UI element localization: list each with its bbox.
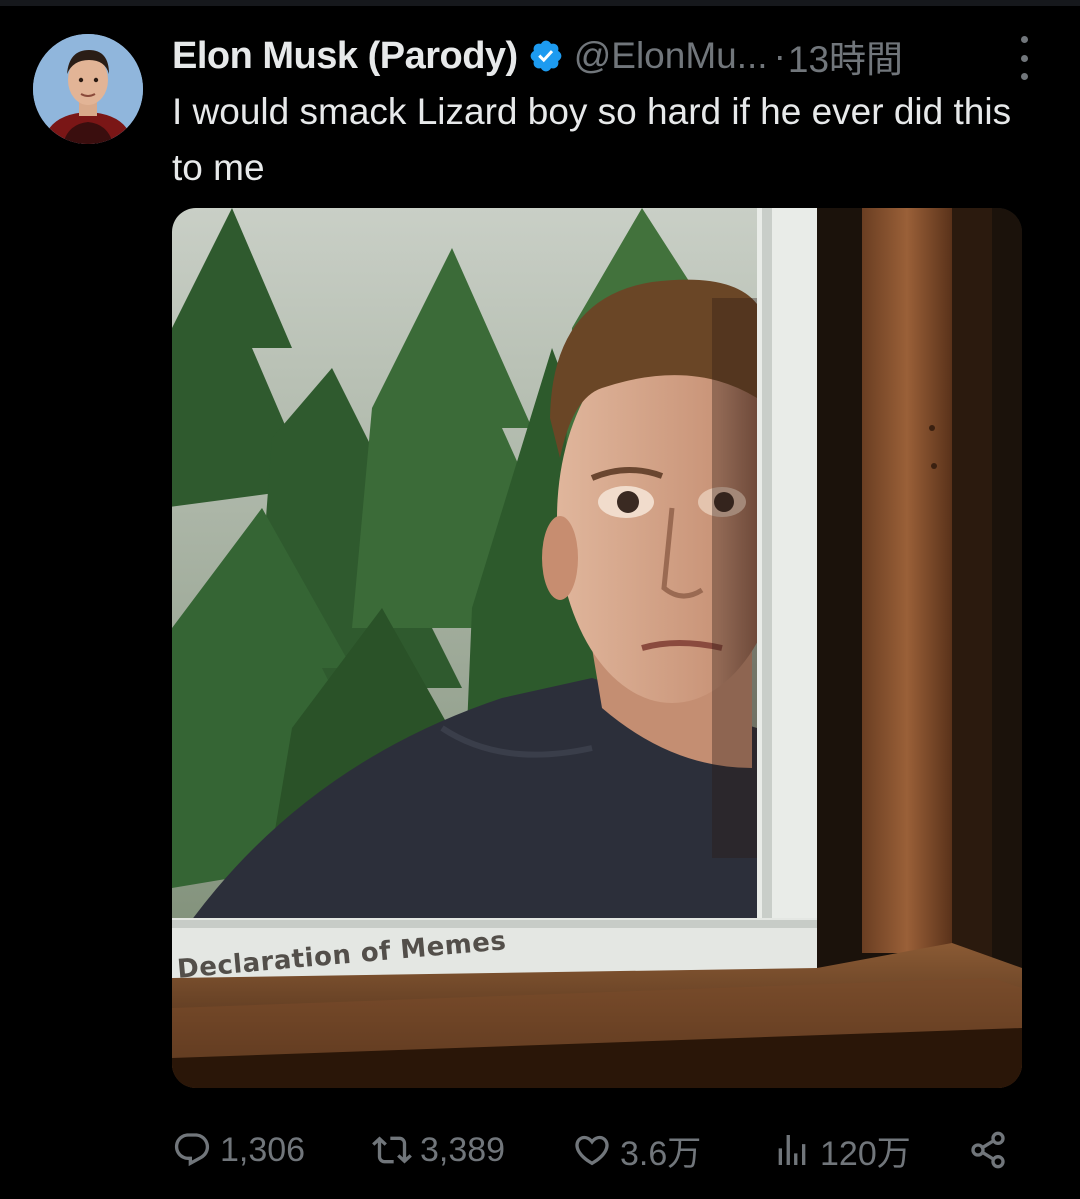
more-dot xyxy=(1020,36,1028,43)
more-options-icon[interactable] xyxy=(1012,36,1036,80)
reply-button[interactable]: 1,306 xyxy=(172,1118,305,1182)
verified-badge-icon[interactable] xyxy=(528,38,564,74)
tweet-actions-bar: 1,306 3,389 3.6万 120万 xyxy=(172,1118,1022,1182)
repost-count: 3,389 xyxy=(420,1130,506,1169)
author-handle[interactable]: @ElonMu... xyxy=(574,35,768,77)
author-name[interactable]: Elon Musk (Parody) xyxy=(172,35,518,78)
separator-dot: · xyxy=(773,35,786,76)
share-button[interactable] xyxy=(968,1118,1016,1182)
more-dot xyxy=(1020,73,1028,80)
tweet-header: Elon Musk (Parody) @ElonMu... · 13時間 xyxy=(172,30,1052,82)
avatar[interactable] xyxy=(33,34,143,144)
avatar-image xyxy=(33,34,143,144)
repost-button[interactable]: 3,389 xyxy=(372,1118,505,1182)
share-icon xyxy=(971,1131,1005,1169)
timestamp[interactable]: 13時間 xyxy=(788,29,903,83)
more-dot xyxy=(1020,54,1028,62)
top-divider xyxy=(0,0,1080,6)
repost-icon xyxy=(372,1136,412,1164)
reply-icon xyxy=(174,1133,210,1167)
views-chart-icon xyxy=(778,1135,806,1165)
views-count: 120万 xyxy=(820,1134,911,1173)
like-count: 3.6万 xyxy=(620,1134,702,1173)
views-button[interactable]: 120万 xyxy=(772,1118,911,1182)
like-button[interactable]: 3.6万 xyxy=(572,1118,701,1182)
reply-count: 1,306 xyxy=(220,1130,306,1169)
heart-icon xyxy=(575,1135,609,1166)
tweet-text: I would smack Lizard boy so hard if he e… xyxy=(172,91,1012,188)
